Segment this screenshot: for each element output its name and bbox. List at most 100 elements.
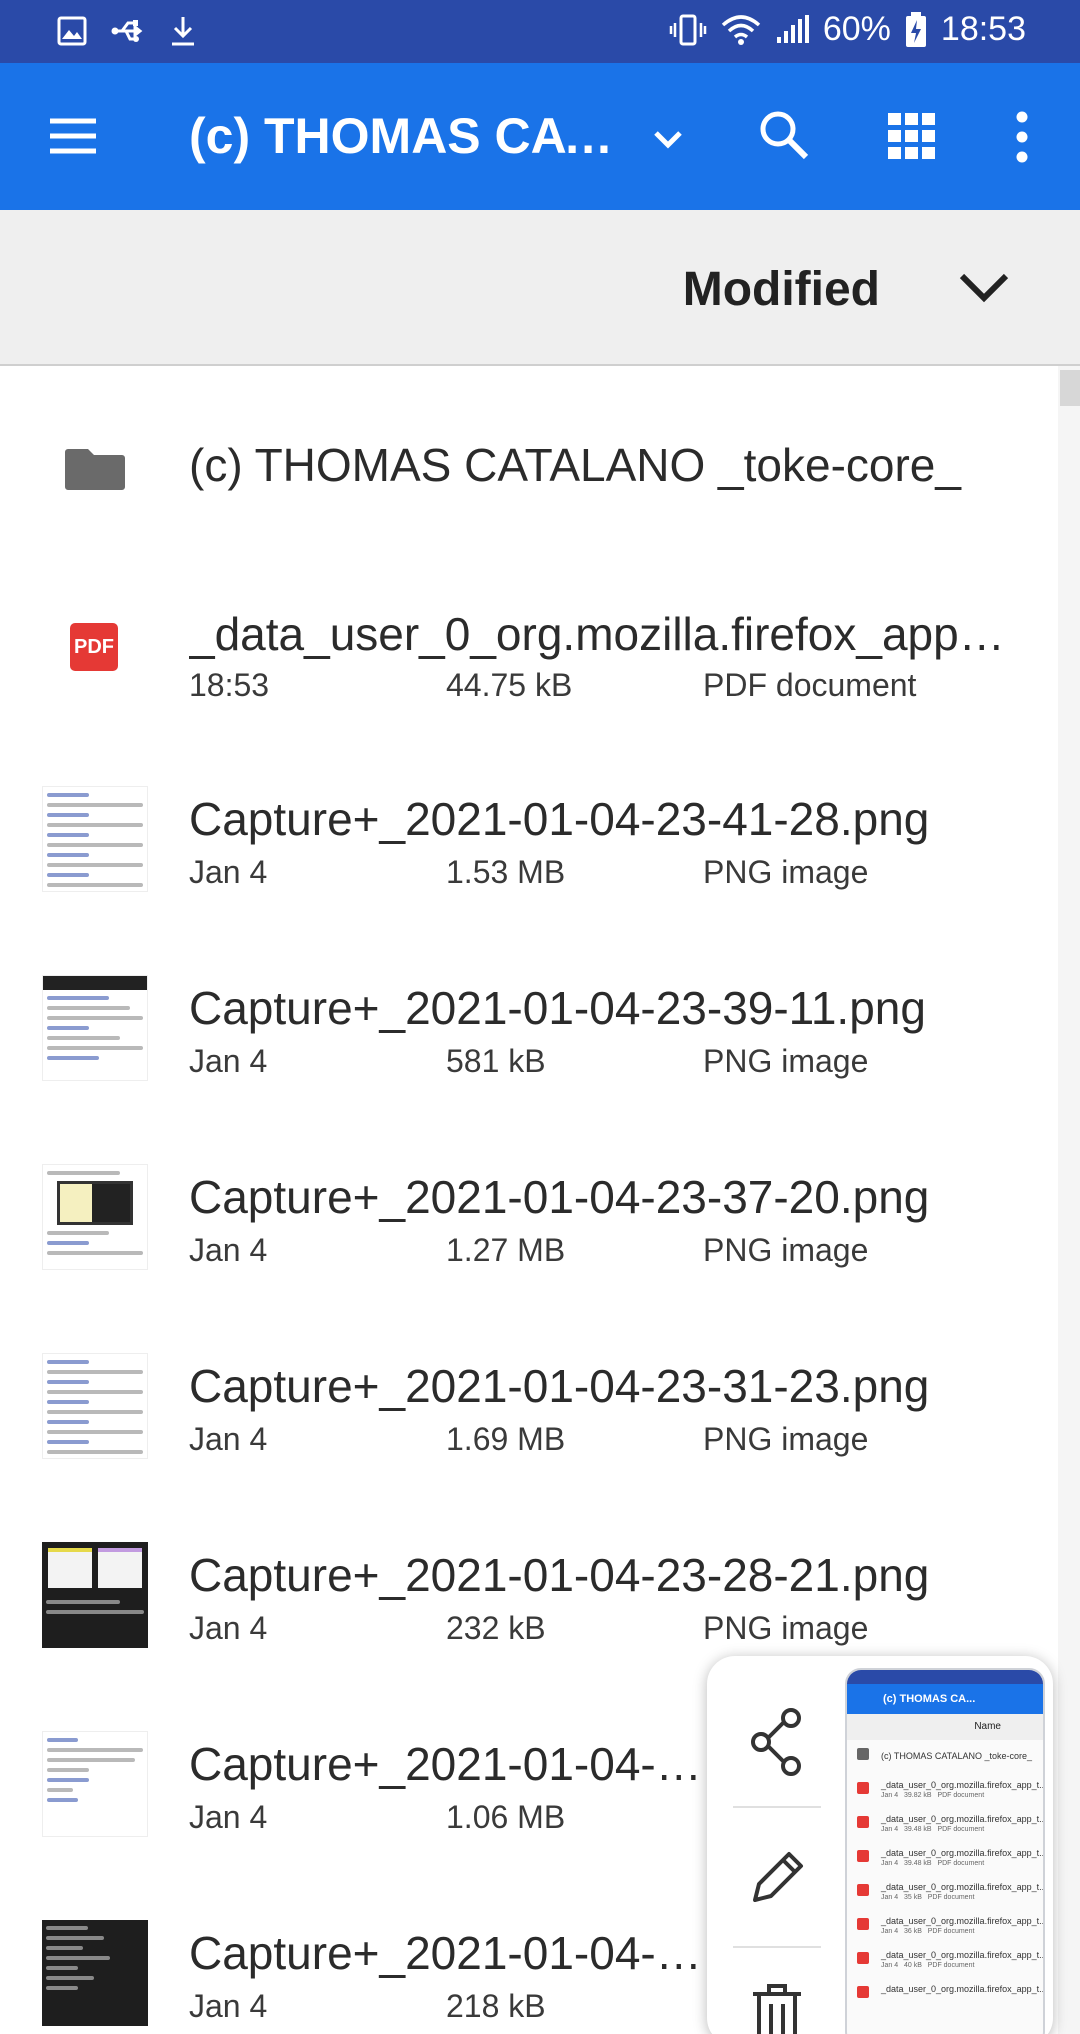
file-name: Capture+_2021-01-04-23-41-28.png (189, 793, 930, 845)
file-name: Capture+_2021-01-04-23-37-20.png (189, 1171, 930, 1223)
usb-icon (110, 15, 146, 47)
file-name: Capture+_2021-01-04-23- (189, 1738, 709, 1790)
file-date: Jan 4 (189, 1988, 268, 2024)
file-meta: Jan 4 1.69 MB PNG image (189, 1421, 1049, 1461)
list-item-file[interactable]: Capture+_2021-01-04-23-37-20.png Jan 4 1… (0, 1124, 1058, 1313)
app-bar: (c) THOMAS CATALANO _toke-core_ (0, 63, 1080, 210)
pdf-icon (857, 1816, 869, 1828)
folder-icon (857, 1748, 869, 1760)
wifi-icon (721, 13, 761, 47)
mini-sort-label: Name (847, 1714, 1043, 1740)
pdf-icon (857, 1884, 869, 1896)
file-date: Jan 4 (189, 1421, 268, 1457)
file-type: PDF document (703, 667, 917, 703)
list-item-folder[interactable]: (c) THOMAS CATALANO _toke-core_ (0, 368, 1058, 557)
screenshot-thumbnail[interactable]: (c) THOMAS CA... Name (c) THOMAS CATALAN… (845, 1668, 1045, 2034)
mini-app-bar: (c) THOMAS CA... (847, 1684, 1043, 1714)
file-name: Capture+_2021-01-04-23-39-11.png (189, 982, 926, 1034)
clock: 18:53 (940, 10, 1026, 48)
battery-charging-icon (905, 11, 927, 48)
divider (733, 1946, 821, 1948)
screenshot-preview-panel: (c) THOMAS CA... Name (c) THOMAS CATALAN… (707, 1656, 1053, 2034)
file-type: PNG image (703, 1610, 869, 1646)
file-name: (c) THOMAS CATALANO _toke-core_ (189, 439, 961, 491)
folder-icon (42, 415, 148, 521)
file-date: Jan 4 (189, 1043, 268, 1079)
file-date: 18:53 (189, 667, 270, 703)
file-size: 1.69 MB (446, 1421, 566, 1457)
download-icon (168, 14, 198, 48)
status-bar: 60% 18:53 (0, 0, 1080, 63)
vibrate-icon (669, 13, 707, 47)
file-meta: Jan 4 232 kB PNG image (189, 1610, 1049, 1650)
file-size: 1.53 MB (446, 854, 566, 890)
image-thumbnail (42, 1920, 148, 2026)
divider (733, 1806, 821, 1808)
file-meta: Jan 4 1.27 MB PNG image (189, 1232, 1049, 1272)
file-type: PNG image (703, 854, 869, 890)
signal-icon (775, 13, 809, 47)
file-name: Capture+_2021-01-04-23-31-23.png (189, 1360, 930, 1412)
image-thumbnail (42, 1542, 148, 1648)
status-right-icons: 60% 18:53 (669, 10, 1026, 49)
pdf-icon (857, 1782, 869, 1794)
file-size: 218 kB (446, 1988, 546, 2024)
mini-list-item: _data_user_0_org.mozilla.firefox_app_t..… (847, 1808, 1043, 1842)
status-left-icons (56, 14, 198, 48)
file-date: Jan 4 (189, 1799, 268, 1835)
file-size: 1.27 MB (446, 1232, 566, 1268)
pdf-icon (857, 1918, 869, 1930)
file-meta: Jan 4 581 kB PNG image (189, 1043, 1049, 1083)
file-name: Capture+_2021-01-04-23- (189, 1927, 709, 1979)
scrollbar-track[interactable] (1058, 366, 1080, 2034)
delete-icon[interactable] (735, 1972, 819, 2034)
search-icon[interactable] (756, 107, 812, 163)
file-date: Jan 4 (189, 1232, 268, 1268)
sort-bar[interactable]: Modified (0, 210, 1080, 366)
image-thumbnail (42, 975, 148, 1081)
file-date: Jan 4 (189, 854, 268, 890)
mini-list-item: _data_user_0_org.mozilla.firefox_app_t..… (847, 1842, 1043, 1876)
more-vert-icon[interactable] (1010, 109, 1034, 165)
menu-icon[interactable] (46, 113, 100, 159)
mini-list-item: _data_user_0_org.mozilla.firefox_app_t..… (847, 1774, 1043, 1808)
file-date: Jan 4 (189, 1610, 268, 1646)
chevron-down-icon[interactable] (648, 119, 688, 159)
edit-icon[interactable] (735, 1836, 819, 1920)
file-size: 232 kB (446, 1610, 546, 1646)
pdf-badge: PDF (70, 623, 118, 671)
sort-label[interactable]: Modified (683, 262, 880, 317)
pdf-icon (857, 1986, 869, 1998)
battery-level: 60% (822, 10, 891, 48)
file-name: _data_user_0_org.mozilla.firefox_app_tem… (189, 608, 1019, 660)
file-name: Capture+_2021-01-04-23-28-21.png (189, 1549, 930, 1601)
list-item-file[interactable]: Capture+_2021-01-04-23-41-28.png Jan 4 1… (0, 746, 1058, 935)
mini-list-item: _data_user_0_org.mozilla.firefox_app_t..… (847, 1944, 1043, 1978)
scrollbar-thumb[interactable] (1060, 370, 1080, 406)
list-item-file[interactable]: Capture+_2021-01-04-23-31-23.png Jan 4 1… (0, 1313, 1058, 1502)
file-type: PNG image (703, 1043, 869, 1079)
mini-list-item: (c) THOMAS CATALANO _toke-core_ (847, 1740, 1043, 1774)
file-type: PNG image (703, 1421, 869, 1457)
share-icon[interactable] (735, 1700, 819, 1784)
mini-list-item: _data_user_0_org.mozilla.firefox_app_t..… (847, 1876, 1043, 1910)
chevron-down-icon[interactable] (958, 268, 1010, 308)
pdf-icon: PDF (42, 596, 148, 702)
grid-view-icon[interactable] (888, 113, 936, 159)
file-size: 44.75 kB (446, 667, 573, 703)
file-size: 1.06 MB (446, 1799, 566, 1835)
mini-list-item: _data_user_0_org.mozilla.firefox_app_t..… (847, 1978, 1043, 2012)
file-type: PNG image (703, 1232, 869, 1268)
file-meta: Jan 4 1.53 MB PNG image (189, 854, 1049, 894)
pdf-icon (857, 1952, 869, 1964)
image-icon (56, 15, 88, 47)
file-meta: 18:53 44.75 kB PDF document (189, 667, 1049, 707)
mini-status-bar (847, 1670, 1043, 1684)
image-thumbnail (42, 1353, 148, 1459)
image-thumbnail (42, 1731, 148, 1837)
folder-title[interactable]: (c) THOMAS CATALANO _toke-core_ (189, 107, 619, 165)
list-item-file[interactable]: Capture+_2021-01-04-23-39-11.png Jan 4 5… (0, 935, 1058, 1124)
mini-list-item: _data_user_0_org.mozilla.firefox_app_t..… (847, 1910, 1043, 1944)
pdf-icon (857, 1850, 869, 1862)
list-item-file[interactable]: PDF _data_user_0_org.mozilla.firefox_app… (0, 557, 1058, 746)
